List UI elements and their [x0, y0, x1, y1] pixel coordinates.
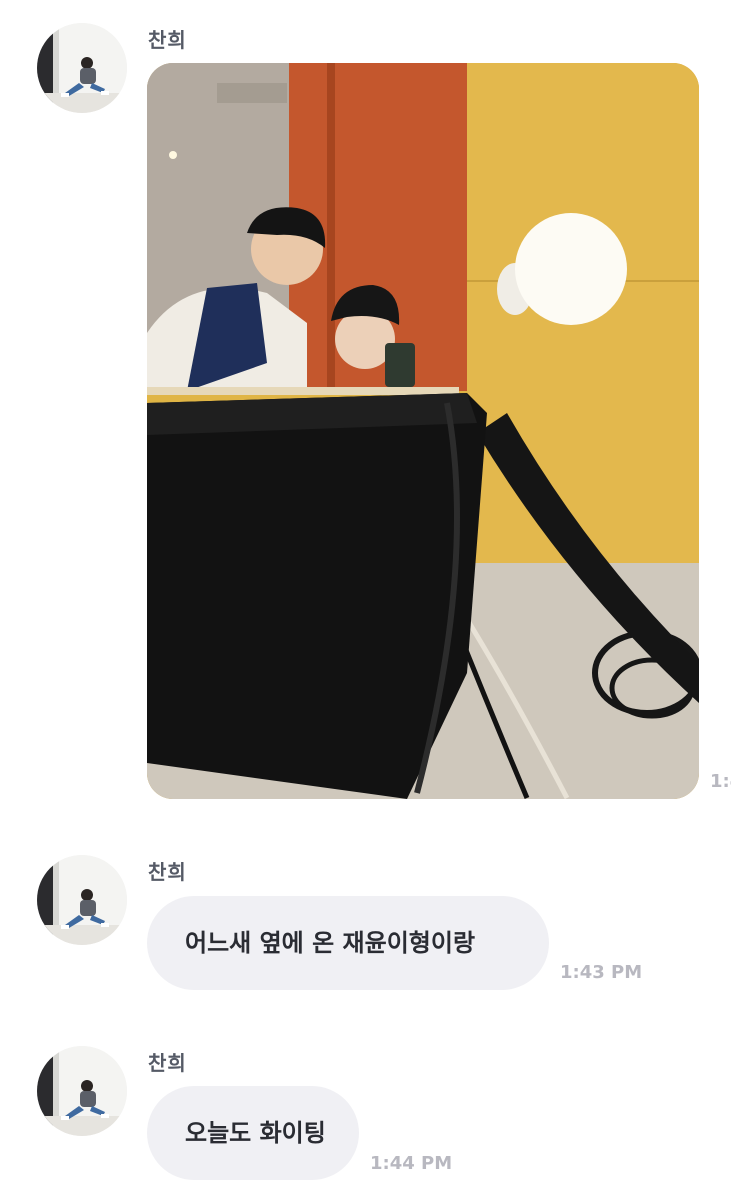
avatar[interactable]: [37, 1046, 127, 1136]
avatar[interactable]: [37, 23, 127, 113]
avatar-photo-icon: [37, 855, 127, 945]
avatar-photo-icon: [37, 23, 127, 113]
avatar[interactable]: [37, 855, 127, 945]
avatar-photo-icon: [37, 1046, 127, 1136]
message-time: 1:4: [710, 771, 731, 792]
mirror-selfie-image: [147, 63, 699, 799]
chat-screen: 찬희 1: 찬희 어느새 옆에 온 재윤이형이랑 1:43 PM 찬희 오늘도 …: [0, 0, 731, 1200]
message-time: 1:43 PM: [560, 962, 643, 983]
message-time: 1:44 PM: [370, 1153, 453, 1174]
message-bubble[interactable]: 어느새 옆에 온 재윤이형이랑: [147, 896, 549, 990]
message-bubble[interactable]: 오늘도 화이팅: [147, 1086, 359, 1180]
sender-name: 찬희: [148, 28, 187, 52]
message-photo[interactable]: [147, 63, 699, 799]
sender-name: 찬희: [148, 1051, 187, 1075]
sender-name: 찬희: [148, 860, 187, 884]
